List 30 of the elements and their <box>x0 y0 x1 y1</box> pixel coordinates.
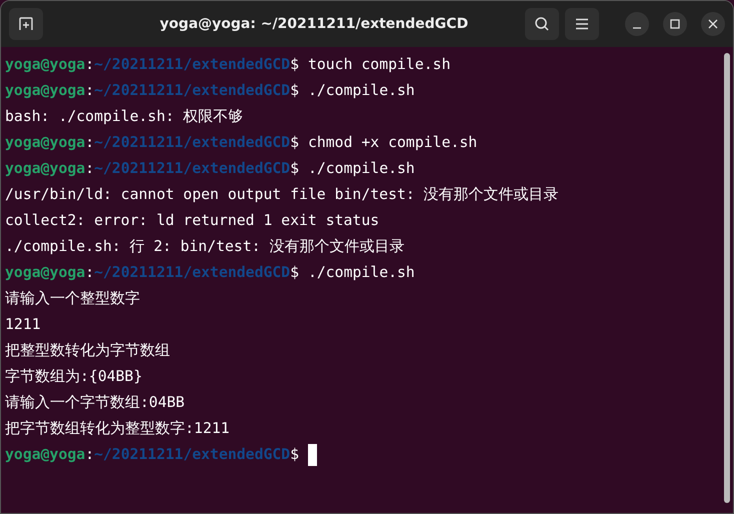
window-title: yoga@yoga: ~/20211211/extendedGCD <box>158 16 470 32</box>
search-button[interactable] <box>525 8 559 40</box>
terminal-line: ./compile.sh: 行 2: bin/test: 没有那个文件或目录 <box>5 237 404 257</box>
terminal-line: 字节数组为:{04BB} <box>5 367 142 387</box>
terminal-line: 1211 <box>5 315 41 335</box>
terminal-line: /usr/bin/ld: cannot open output file bin/test: 没有那个文件或目录 <box>5 185 559 205</box>
menu-icon <box>575 18 589 30</box>
new-tab-icon <box>18 16 34 32</box>
terminal-line: yoga@yoga:~/20211211/extendedGCD$ ./compile.sh <box>5 81 415 101</box>
terminal-line: collect2: error: ld returned 1 exit status <box>5 211 380 231</box>
terminal-line: 把字节数组转化为整型数字:1211 <box>5 419 230 439</box>
terminal-line: yoga@yoga:~/20211211/extendedGCD$ ./compile.sh <box>5 159 415 179</box>
menu-button[interactable] <box>565 8 599 40</box>
terminal-line: 把整型数转化为字节数组 <box>5 341 170 361</box>
terminal-line: yoga@yoga:~/20211211/extendedGCD$ touch compile.sh <box>5 55 450 75</box>
terminal-line: 请输入一个整型数字 <box>5 289 140 309</box>
terminal-line: yoga@yoga:~/20211211/extendedGCD$ <box>5 445 300 465</box>
minimize-icon <box>632 27 642 29</box>
scrollbar[interactable] <box>724 53 730 503</box>
minimize-button[interactable] <box>625 12 649 36</box>
terminal-line: 请输入一个字节数组:04BB <box>5 393 185 413</box>
terminal-line: bash: ./compile.sh: 权限不够 <box>5 107 244 127</box>
terminal-line: yoga@yoga:~/20211211/extendedGCD$ chmod +x compile.sh <box>5 133 478 153</box>
maximize-icon <box>670 19 680 29</box>
terminal-line: yoga@yoga:~/20211211/extendedGCD$ ./compile.sh <box>5 263 415 283</box>
search-icon <box>534 16 550 32</box>
close-button[interactable] <box>701 12 725 36</box>
maximize-button[interactable] <box>663 12 687 36</box>
close-icon <box>708 19 718 29</box>
new-tab-button[interactable] <box>9 8 43 40</box>
